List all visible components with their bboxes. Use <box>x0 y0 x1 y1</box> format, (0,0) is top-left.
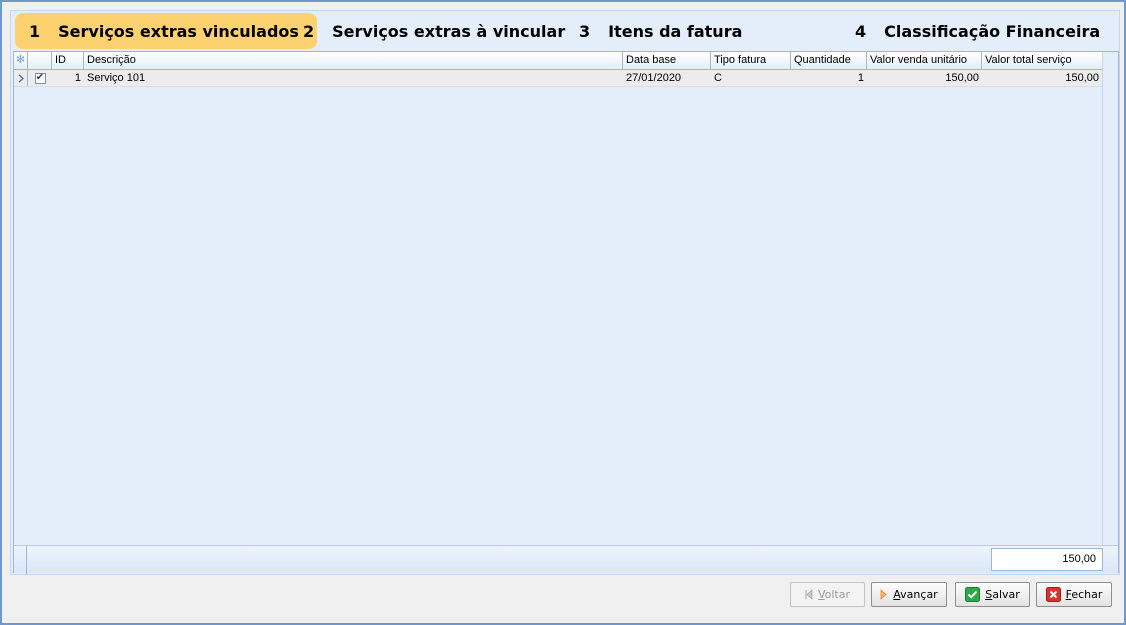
cell-valor-unitario: 150,00 <box>945 72 979 84</box>
salvar-label: Salvar <box>985 588 1020 601</box>
table-row[interactable]: ✔ 1 Serviço 101 27/01/2020 C 1 150,00 15… <box>14 70 1102 87</box>
wizard-steps: 1 Serviços extras vinculados 2 Serviços … <box>13 13 1117 49</box>
step-number: 3 <box>579 21 591 41</box>
step-label: Serviços extras à vincular <box>332 21 566 41</box>
cell-tipo-fatura: C <box>714 72 722 84</box>
arrow-left-icon <box>805 589 813 600</box>
row-checkbox[interactable]: ✔ <box>28 70 52 86</box>
salvar-button[interactable]: Salvar <box>955 582 1030 607</box>
close-icon <box>1045 587 1061 602</box>
step-label: Serviços extras vinculados <box>58 21 299 41</box>
cell-quantidade: 1 <box>857 72 864 84</box>
step-label: Classificação Financeira <box>884 21 1101 41</box>
step-number: 2 <box>303 21 315 41</box>
cell-id: 1 <box>74 72 81 84</box>
column-header-descricao[interactable]: Descrição <box>84 52 623 70</box>
step-3-itens-fatura[interactable]: 3 Itens da fatura <box>579 13 742 49</box>
footer-total-valor: 150,00 <box>991 548 1103 571</box>
grid-header: ✻ ID Descrição Data base Tipo fatura Qua… <box>14 52 1102 70</box>
column-header-id[interactable]: ID <box>52 52 84 70</box>
services-grid[interactable]: ✻ ID Descrição Data base Tipo fatura Qua… <box>13 51 1119 574</box>
cell-data-base: 27/01/2020 <box>626 72 682 84</box>
cell-descricao: Serviço 101 <box>87 72 146 84</box>
voltar-button[interactable]: Voltar <box>790 582 865 607</box>
column-header-data-base[interactable]: Data base <box>623 52 711 70</box>
step-2-servicos-a-vincular[interactable]: 2 Serviços extras à vincular <box>303 13 565 49</box>
step-1-servicos-vinculados[interactable]: 1 Serviços extras vinculados <box>15 13 317 49</box>
row-pointer-icon <box>14 70 28 86</box>
column-header-tipo-fatura[interactable]: Tipo fatura <box>711 52 791 70</box>
fechar-label: Fechar <box>1065 588 1103 601</box>
column-header-select[interactable] <box>28 52 52 70</box>
check-icon <box>965 587 981 602</box>
grid-footer: 150,00 <box>14 545 1118 574</box>
column-header-valor-unitario[interactable]: Valor venda unitário <box>867 52 982 70</box>
check-icon: ✔ <box>34 72 46 84</box>
asterisk-icon: ✻ <box>14 52 28 70</box>
step-4-classificacao-financeira[interactable]: 4 Classificação Financeira <box>855 13 1100 49</box>
vertical-scrollbar[interactable] <box>1102 52 1118 545</box>
step-number: 4 <box>855 21 867 41</box>
cell-valor-total: 150,00 <box>1065 72 1099 84</box>
footer-divider <box>26 546 27 574</box>
fechar-button[interactable]: Fechar <box>1036 582 1112 607</box>
arrow-right-icon <box>880 589 888 600</box>
avancar-label: Avançar <box>893 588 938 601</box>
avancar-button[interactable]: Avançar <box>871 582 947 607</box>
voltar-label: Voltar <box>817 588 851 601</box>
step-label: Itens da fatura <box>608 21 743 41</box>
column-header-valor-total[interactable]: Valor total serviço <box>982 52 1102 70</box>
step-number: 1 <box>29 21 41 41</box>
wizard-panel: 1 Serviços extras vinculados 2 Serviços … <box>10 10 1120 575</box>
column-header-quantidade[interactable]: Quantidade <box>791 52 867 70</box>
wizard-window: 1 Serviços extras vinculados 2 Serviços … <box>0 0 1126 625</box>
